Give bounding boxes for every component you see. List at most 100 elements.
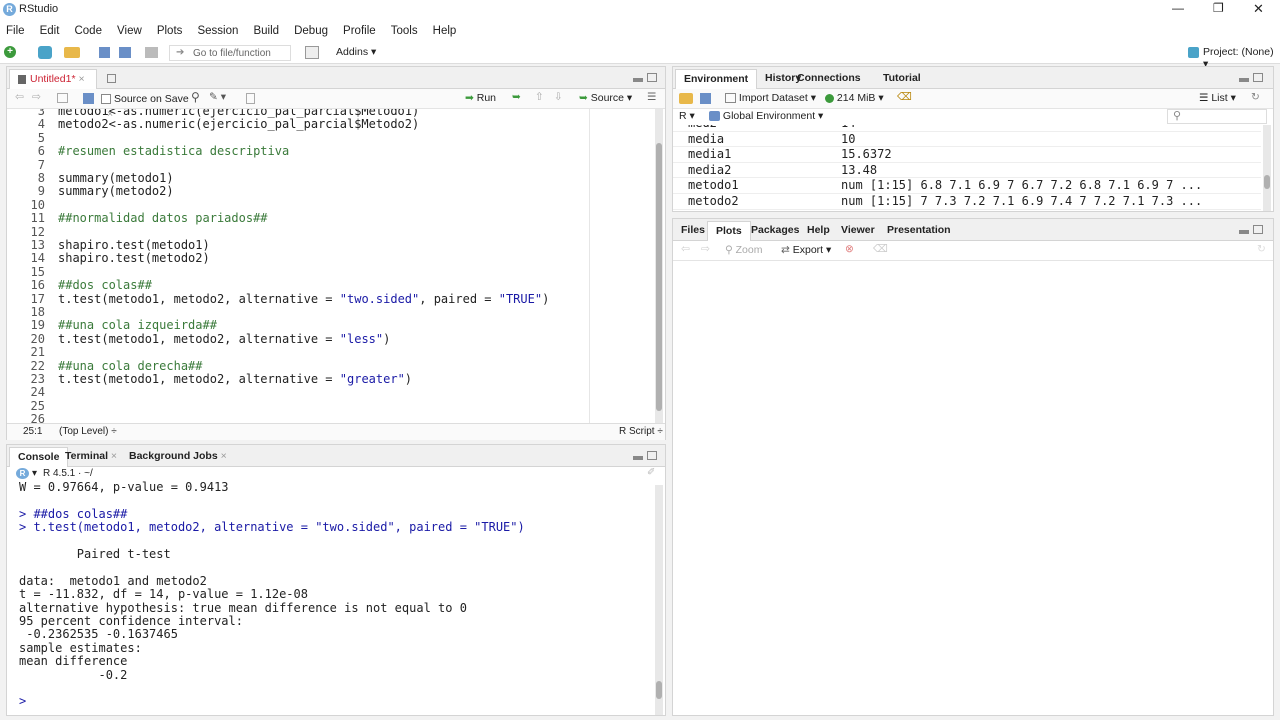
- menu-edit[interactable]: Edit: [34, 20, 66, 42]
- maximize-button[interactable]: ❐: [1213, 1, 1224, 15]
- close-icon[interactable]: ×: [111, 450, 117, 462]
- scope-selector[interactable]: (Top Level) ÷: [59, 426, 117, 437]
- list-view-selector[interactable]: ☰ List ▾: [1199, 92, 1236, 104]
- clear-plots-icon[interactable]: ⌫: [873, 243, 888, 255]
- environment-row[interactable]: metodo1 num [1:15] 6.8 7.1 6.9 7 6.7 7.2 …: [673, 178, 1261, 194]
- maximize-pane-icon[interactable]: [647, 73, 657, 82]
- code-line[interactable]: 12: [7, 225, 647, 239]
- minimize-pane-icon[interactable]: [633, 456, 643, 460]
- back-arrow-icon[interactable]: ⇦: [15, 91, 24, 103]
- save-workspace-icon[interactable]: [700, 93, 711, 104]
- menu-code[interactable]: Code: [68, 20, 108, 42]
- close-button[interactable]: ✕: [1253, 1, 1264, 17]
- forward-arrow-icon[interactable]: ⇨: [32, 91, 41, 103]
- save-icon[interactable]: [83, 93, 94, 104]
- environment-row[interactable]: media2 13.48: [673, 163, 1261, 179]
- go-up-icon[interactable]: ⇧: [535, 91, 544, 103]
- code-line[interactable]: 18: [7, 305, 647, 319]
- maximize-pane-icon[interactable]: [1253, 225, 1263, 234]
- back-arrow-icon[interactable]: ⇦: [681, 243, 690, 255]
- environment-scrollbar[interactable]: [1263, 125, 1271, 211]
- tab-viewer[interactable]: Viewer: [833, 221, 883, 241]
- console-scroll-thumb[interactable]: [656, 681, 662, 699]
- code-area[interactable]: 3 metodo1<-as.numeric(ejercicio_pal_parci…: [7, 109, 655, 423]
- compile-report-icon[interactable]: [246, 93, 255, 104]
- memory-usage[interactable]: 214 MiB ▾: [825, 92, 884, 104]
- tab-ejercicio[interactable]: ejercicio_pal_parcial ×: [99, 69, 211, 120]
- code-line[interactable]: 13 shapiro.test(metodo1): [7, 238, 647, 252]
- close-icon[interactable]: ×: [78, 73, 84, 85]
- environment-row[interactable]: media1 15.6372: [673, 147, 1261, 163]
- tab-untitled1[interactable]: Untitled1* ×: [9, 69, 97, 89]
- environment-scroll-thumb[interactable]: [1264, 175, 1270, 189]
- code-line[interactable]: 20 t.test(metodo1, metodo2, alternative =…: [7, 332, 647, 346]
- code-line[interactable]: 25: [7, 399, 647, 413]
- environment-row[interactable]: metodo2 num [1:15] 7 7.3 7.2 7.1 6.9 7.4 …: [673, 194, 1261, 210]
- source-on-save-checkbox[interactable]: [101, 94, 111, 104]
- code-line[interactable]: 10: [7, 198, 647, 212]
- code-line[interactable]: 4 metodo2<-as.numeric(ejercicio_pal_parci…: [7, 117, 647, 131]
- code-line[interactable]: 11 ##normalidad datos pariados##: [7, 211, 647, 225]
- code-line[interactable]: 8 summary(metodo1): [7, 171, 647, 185]
- forward-arrow-icon[interactable]: ⇨: [701, 243, 710, 255]
- minimize-button[interactable]: —: [1172, 1, 1184, 15]
- console-scrollbar[interactable]: [655, 485, 663, 715]
- search-icon[interactable]: ⚲: [191, 90, 200, 104]
- tab-environment[interactable]: Environment: [675, 69, 758, 89]
- goto-file-input[interactable]: ➔ Go to file/function: [169, 45, 291, 61]
- scope-selector[interactable]: Global Environment ▾: [709, 110, 823, 122]
- language-selector[interactable]: R ▾: [679, 110, 695, 122]
- import-dataset-button[interactable]: Import Dataset ▾: [725, 92, 816, 104]
- grid-layout-icon[interactable]: [305, 46, 319, 59]
- tab-connections[interactable]: Connections: [789, 69, 869, 89]
- minimize-pane-icon[interactable]: [1239, 78, 1249, 82]
- editor-scrollbar[interactable]: [655, 109, 663, 423]
- refresh-icon[interactable]: ↻: [1251, 91, 1260, 103]
- load-workspace-icon[interactable]: [679, 93, 693, 104]
- code-line[interactable]: 17 t.test(metodo1, metodo2, alternative =…: [7, 292, 647, 306]
- tab-help[interactable]: Help: [799, 221, 838, 241]
- editor-scroll-thumb[interactable]: [656, 143, 662, 411]
- code-line[interactable]: 26: [7, 412, 647, 423]
- console-output[interactable]: W = 0.97664, p-value = 0.9413 > ##dos col…: [7, 481, 655, 715]
- addins-menu[interactable]: Addins ▾: [336, 46, 376, 58]
- menu-help[interactable]: Help: [427, 20, 463, 42]
- code-line[interactable]: 19 ##una cola izqueirda##: [7, 318, 647, 332]
- magic-wand-icon[interactable]: ✎ ▾: [209, 91, 226, 103]
- new-file-icon[interactable]: +: [4, 46, 16, 58]
- environment-search-input[interactable]: ⚲: [1167, 109, 1267, 124]
- code-line[interactable]: 23 t.test(metodo1, metodo2, alternative =…: [7, 372, 647, 386]
- tab-background-jobs[interactable]: Background Jobs ×: [121, 447, 235, 467]
- code-line[interactable]: 16 ##dos colas##: [7, 278, 647, 292]
- new-project-icon[interactable]: [38, 46, 52, 59]
- code-line[interactable]: 15: [7, 265, 647, 279]
- code-line[interactable]: 6 #resumen estadistica descriptiva: [7, 144, 647, 158]
- open-file-icon[interactable]: [64, 47, 80, 58]
- code-line[interactable]: 5: [7, 131, 647, 145]
- minimize-pane-icon[interactable]: [633, 78, 643, 82]
- code-line[interactable]: 21: [7, 345, 647, 359]
- rerun-icon[interactable]: ➥: [512, 91, 521, 103]
- go-down-icon[interactable]: ⇩: [554, 91, 563, 103]
- menu-session[interactable]: Session: [191, 20, 244, 42]
- maximize-pane-icon[interactable]: [647, 451, 657, 460]
- source-button[interactable]: ➥ Source ▾: [579, 92, 632, 104]
- remove-plot-icon[interactable]: ⊗: [845, 243, 854, 255]
- tab-presentation[interactable]: Presentation: [879, 221, 959, 241]
- refresh-icon[interactable]: ↻: [1257, 243, 1266, 255]
- maximize-pane-icon[interactable]: [1253, 73, 1263, 82]
- tab-tutorial[interactable]: Tutorial: [875, 69, 929, 89]
- environment-row[interactable]: media 10: [673, 132, 1261, 148]
- zoom-button[interactable]: ⚲ Zoom: [725, 244, 762, 256]
- r-version-caret[interactable]: ▾: [32, 468, 37, 479]
- file-type-selector[interactable]: R Script ÷: [619, 426, 663, 437]
- menu-file[interactable]: File: [0, 20, 31, 42]
- code-line[interactable]: 7: [7, 158, 647, 172]
- menu-debug[interactable]: Debug: [288, 20, 334, 42]
- outline-icon[interactable]: ☰: [647, 91, 656, 103]
- tab-packages[interactable]: Packages: [743, 221, 807, 241]
- menu-tools[interactable]: Tools: [385, 20, 424, 42]
- clear-broom-icon[interactable]: ⌫: [897, 91, 912, 103]
- tab-terminal[interactable]: Terminal ×: [57, 447, 125, 467]
- code-line[interactable]: 14 shapiro.test(metodo2): [7, 251, 647, 265]
